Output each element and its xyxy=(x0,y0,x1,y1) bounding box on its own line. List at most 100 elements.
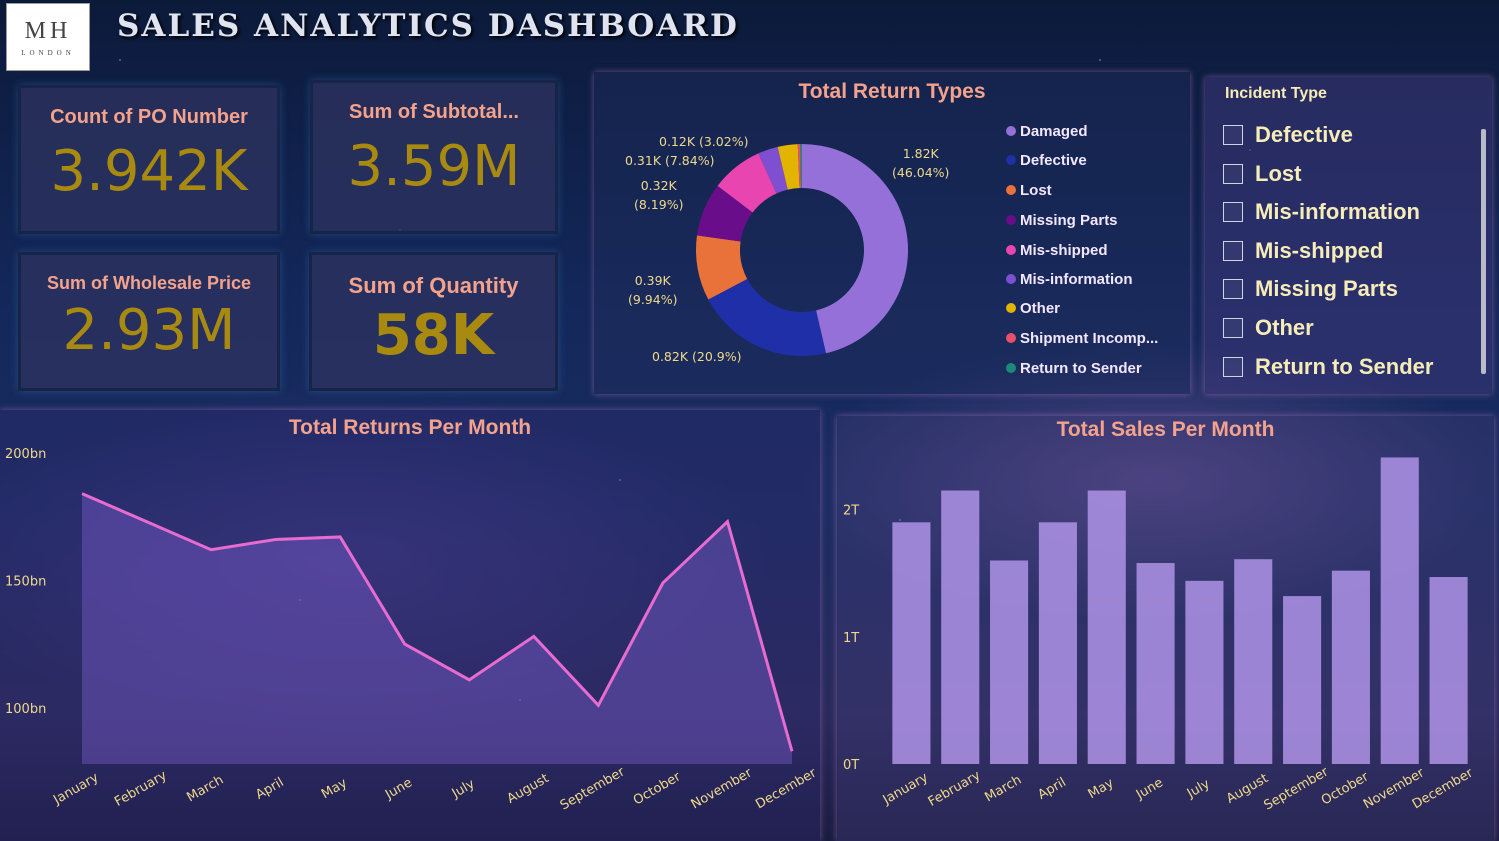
legend-item-mis-shipped[interactable]: Mis-shipped xyxy=(1006,242,1108,259)
kpi-value: 2.93M xyxy=(62,298,236,363)
bar[interactable] xyxy=(1038,522,1077,764)
x-tick-label: February xyxy=(926,768,984,810)
data-label-damaged: 1.82K (46.04%) xyxy=(892,146,950,180)
area-fill xyxy=(82,493,792,764)
bar[interactable] xyxy=(1331,570,1370,764)
legend-item-return-to-sender[interactable]: Return to Sender xyxy=(1006,360,1142,377)
kpi-card-po-count[interactable]: Count of PO Number 3.942K xyxy=(18,85,280,234)
checkbox[interactable] xyxy=(1223,164,1243,184)
slicer-item-lost[interactable]: Lost xyxy=(1223,161,1301,187)
kpi-card-wholesale-price[interactable]: Sum of Wholesale Price 2.93M xyxy=(18,252,280,391)
x-tick-label: July xyxy=(1184,776,1213,801)
y-tick-label: 1T xyxy=(843,631,859,646)
sales-per-month-panel[interactable]: Total Sales Per Month 2T 1T 0T January Febru… xyxy=(837,416,1494,841)
legend-dot xyxy=(1006,274,1016,284)
x-tick-label: October xyxy=(631,769,684,808)
x-tick-label: April xyxy=(1036,775,1069,803)
legend-item-lost[interactable]: Lost xyxy=(1006,182,1052,199)
legend-dot xyxy=(1006,155,1016,165)
x-tick-label: March xyxy=(184,773,226,806)
kpi-value: 3.942K xyxy=(50,139,248,204)
legend-dot xyxy=(1006,215,1016,225)
kpi-value: 3.59M xyxy=(347,134,521,199)
legend-dot xyxy=(1006,333,1016,343)
bar[interactable] xyxy=(1185,580,1224,764)
x-tick-label: December xyxy=(753,765,819,812)
y-tick-label: 150bn xyxy=(5,574,46,589)
slicer-item-mis-shipped[interactable]: Mis-shipped xyxy=(1223,238,1383,264)
x-tick-label: September xyxy=(1261,764,1331,813)
slicer-item-mis-information[interactable]: Mis-information xyxy=(1223,199,1420,225)
data-label-lost: 0.39K (9.94%) xyxy=(628,273,678,307)
bar[interactable] xyxy=(941,490,980,764)
checkbox[interactable] xyxy=(1223,202,1243,222)
bar[interactable] xyxy=(1429,577,1468,764)
kpi-label: Sum of Subtotal... xyxy=(349,101,519,123)
slicer-item-defective[interactable]: Defective xyxy=(1223,122,1353,148)
legend-dot xyxy=(1006,185,1016,195)
kpi-label: Count of PO Number xyxy=(50,106,248,128)
bar[interactable] xyxy=(1234,559,1273,764)
incident-type-slicer[interactable]: Incident Type Defective Lost Mis-informa… xyxy=(1205,77,1492,394)
bar[interactable] xyxy=(892,522,931,764)
legend-dot xyxy=(1006,303,1016,313)
bar[interactable] xyxy=(990,560,1029,764)
sales-bar-chart: 2T 1T 0T JanuaryFebruary March April May June Ju… xyxy=(843,457,1476,813)
x-tick-label: September xyxy=(558,764,628,813)
x-tick-label: April xyxy=(253,775,286,803)
legend-dot xyxy=(1006,126,1016,136)
y-tick-label: 2T xyxy=(843,504,859,519)
checkbox[interactable] xyxy=(1223,279,1243,299)
x-tick-label: January xyxy=(880,770,931,808)
data-label-missing-parts: 0.32K (8.19%) xyxy=(634,178,684,212)
y-tick-label: 200bn xyxy=(5,447,46,462)
legend-item-missing-parts[interactable]: Missing Parts xyxy=(1006,212,1118,229)
x-tick-label: May xyxy=(1086,776,1117,803)
legend-item-shipment-incomplete[interactable]: Shipment Incomp... xyxy=(1006,330,1158,347)
bar[interactable] xyxy=(1087,490,1126,764)
kpi-label: Sum of Wholesale Price xyxy=(46,273,252,293)
legend-dot xyxy=(1006,363,1016,373)
x-tick-label: June xyxy=(382,775,415,803)
x-tick-label: January xyxy=(50,770,101,808)
company-logo: MH LONDON xyxy=(6,3,90,71)
legend-item-mis-information[interactable]: Mis-information xyxy=(1006,271,1133,288)
returns-area-chart: 200bn 150bn 100bn January February March April… xyxy=(5,447,820,814)
donut-slice[interactable] xyxy=(708,278,826,356)
data-label-mis-information: 0.12K (3.02%) xyxy=(659,134,749,149)
data-label-defective: 0.82K (20.9%) xyxy=(652,349,742,364)
x-tick-label: November xyxy=(689,765,756,812)
checkbox[interactable] xyxy=(1223,241,1243,261)
x-tick-label: August xyxy=(505,771,552,807)
legend-item-defective[interactable]: Defective xyxy=(1006,152,1087,169)
bar[interactable] xyxy=(1380,457,1419,764)
return-types-panel[interactable]: Total Return Types 1.82K (46.04%) 0.82K (… xyxy=(594,72,1190,394)
bar[interactable] xyxy=(1136,563,1175,764)
slicer-item-return-to-sender[interactable]: Return to Sender xyxy=(1223,354,1433,380)
kpi-label: Sum of Quantity xyxy=(348,273,519,298)
dashboard-title: SALES ANALYTICS DASHBOARD xyxy=(117,8,739,44)
slicer-item-other[interactable]: Other xyxy=(1223,315,1314,341)
slicer-scrollbar[interactable] xyxy=(1481,129,1486,374)
x-tick-label: February xyxy=(112,768,170,810)
checkbox[interactable] xyxy=(1223,318,1243,338)
data-label-mis-shipped: 0.31K (7.84%) xyxy=(625,153,715,168)
y-tick-label: 0T xyxy=(843,758,859,773)
x-tick-label: July xyxy=(449,776,478,801)
slicer-title: Incident Type xyxy=(1225,85,1327,102)
bar[interactable] xyxy=(1283,596,1322,764)
checkbox[interactable] xyxy=(1223,357,1243,377)
kpi-value: 58K xyxy=(372,303,495,368)
returns-per-month-panel[interactable]: Total Returns Per Month 200bn 150bn 100bn J… xyxy=(0,410,820,841)
y-tick-label: 100bn xyxy=(5,702,46,717)
kpi-card-quantity[interactable]: Sum of Quantity 58K xyxy=(309,252,558,391)
x-tick-label: June xyxy=(1133,775,1166,803)
slicer-item-missing-parts[interactable]: Missing Parts xyxy=(1223,276,1398,302)
legend-item-damaged[interactable]: Damaged xyxy=(1006,123,1088,140)
checkbox[interactable] xyxy=(1223,125,1243,145)
kpi-card-subtotal[interactable]: Sum of Subtotal... 3.59M xyxy=(310,80,558,234)
x-tick-label: March xyxy=(982,773,1024,806)
x-tick-label: May xyxy=(319,776,350,803)
legend-dot xyxy=(1006,245,1016,255)
legend-item-other[interactable]: Other xyxy=(1006,300,1060,317)
